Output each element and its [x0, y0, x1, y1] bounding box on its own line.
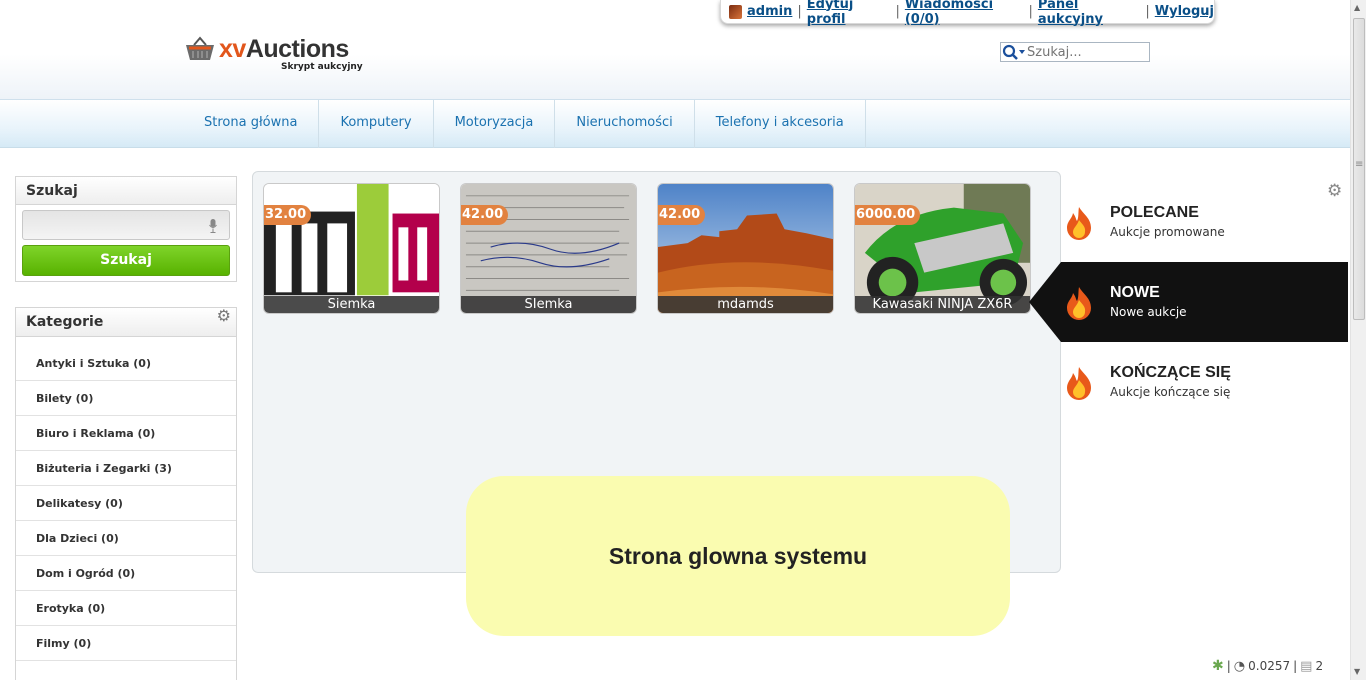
category-item[interactable]: Antyki i Sztuka (0): [16, 346, 236, 381]
database-icon: ▤: [1300, 658, 1313, 674]
categories-box: Kategorie ⚙ Antyki i Sztuka (0) Bilety (…: [15, 307, 237, 680]
execution-time: 0.0257: [1248, 659, 1291, 673]
price-badge: 6000.00: [855, 205, 921, 225]
messages-link[interactable]: Wiadomości (0/0): [905, 0, 1024, 27]
category-item[interactable]: Dla Dzieci (0): [16, 521, 236, 556]
separator: |: [1293, 659, 1298, 673]
price-badge: 42.00: [461, 205, 509, 225]
sidebar-search-button[interactable]: Szukaj: [22, 245, 230, 276]
separator: |: [797, 4, 802, 19]
tab-title: POLECANE: [1110, 204, 1199, 221]
query-count: 2: [1315, 659, 1324, 673]
nav-item-home[interactable]: Strona główna: [183, 100, 320, 148]
categories-title: Kategorie ⚙: [16, 308, 236, 337]
logo-title: xvAuctions: [219, 35, 349, 63]
logo-tagline: Skrypt aukcyjny: [281, 62, 363, 72]
scroll-up-icon[interactable]: ▲: [1354, 3, 1360, 12]
category-item[interactable]: Bilety (0): [16, 381, 236, 416]
edit-profile-link[interactable]: Edytuj profil: [807, 0, 891, 27]
site-logo[interactable]: xvAuctions Skrypt aukcyjny: [185, 35, 363, 76]
auction-card[interactable]: 42.00 mdamds: [657, 183, 834, 314]
tab-subtitle: Nowe aukcje: [1110, 305, 1187, 319]
bug-icon[interactable]: ✱: [1212, 658, 1224, 674]
nav-item-real-estate[interactable]: Nieruchomości: [555, 100, 695, 148]
auction-panel-link[interactable]: Panel aukcyjny: [1038, 0, 1140, 27]
auction-title: Siemka: [264, 296, 439, 313]
logout-link[interactable]: Wyloguj: [1155, 4, 1214, 19]
auction-title: SIemka: [461, 296, 636, 313]
flame-icon: [1064, 206, 1094, 240]
sidebar-search-box: Szukaj Szukaj: [15, 176, 237, 282]
separator: |: [1226, 659, 1231, 673]
overlay-note: Strona glowna systemu: [466, 476, 1010, 636]
auction-card[interactable]: 32.00 Siemka: [263, 183, 440, 314]
scrollbar-thumb[interactable]: [1353, 18, 1365, 320]
flame-icon: [1064, 286, 1094, 320]
category-item[interactable]: Erotyka (0): [16, 591, 236, 626]
price-badge: 32.00: [264, 205, 312, 225]
category-item[interactable]: Dom i Ogród (0): [16, 556, 236, 591]
category-item[interactable]: Biuro i Reklama (0): [16, 416, 236, 451]
auction-card[interactable]: 6000.00 Kawasaki NINJA ZX6R: [854, 183, 1031, 314]
debug-stats: ✱ | ◔ 0.0257 | ▤ 2: [1212, 658, 1323, 674]
tab-subtitle: Aukcje kończące się: [1110, 385, 1231, 399]
clock-icon: ◔: [1233, 658, 1246, 674]
category-list: Antyki i Sztuka (0) Bilety (0) Biuro i R…: [16, 346, 236, 661]
search-dropdown-icon[interactable]: [1001, 43, 1027, 61]
header-search: [1000, 42, 1150, 62]
category-item[interactable]: Biżuteria i Zegarki (3): [16, 451, 236, 486]
auction-image: [461, 184, 636, 313]
auction-image: [658, 184, 833, 313]
tab-featured[interactable]: POLECANE Aukcje promowane: [1061, 182, 1348, 262]
category-item[interactable]: Filmy (0): [16, 626, 236, 661]
tab-new[interactable]: NOWE Nowe aukcje: [1029, 262, 1348, 342]
main-nav: Strona główna Komputery Motoryzacja Nier…: [0, 100, 1350, 148]
category-item[interactable]: Delikatesy (0): [16, 486, 236, 521]
flame-icon: [1064, 366, 1094, 400]
tab-title: KOŃCZĄCE SIĘ: [1110, 364, 1231, 381]
basket-icon: [185, 36, 215, 62]
page-header: admin | Edytuj profil | Wiadomości (0/0)…: [0, 0, 1350, 100]
nav-item-phones[interactable]: Telefony i akcesoria: [695, 100, 866, 148]
sidebar-search-title: Szukaj: [16, 177, 236, 205]
separator: |: [895, 4, 900, 19]
sidebar-search-input[interactable]: [22, 210, 230, 240]
price-badge: 42.00: [658, 205, 706, 225]
auction-image: [264, 184, 439, 313]
header-search-input[interactable]: [1027, 43, 1145, 61]
user-avatar[interactable]: [729, 4, 743, 19]
nav-item-computers[interactable]: Komputery: [319, 100, 434, 148]
scroll-down-icon[interactable]: ▼: [1354, 667, 1360, 676]
gear-icon[interactable]: ⚙: [217, 308, 231, 324]
tab-subtitle: Aukcje promowane: [1110, 225, 1225, 239]
auction-title: Kawasaki NINJA ZX6R: [855, 296, 1030, 313]
auction-image: [855, 184, 1030, 313]
tab-ending[interactable]: KOŃCZĄCE SIĘ Aukcje kończące się: [1061, 342, 1348, 422]
microphone-icon[interactable]: [209, 218, 217, 233]
user-bar: admin | Edytuj profil | Wiadomości (0/0)…: [720, 0, 1215, 27]
auction-card[interactable]: 42.00 SIemka: [460, 183, 637, 314]
separator: |: [1145, 4, 1150, 19]
username-link[interactable]: admin: [747, 4, 792, 19]
nav-item-automotive[interactable]: Motoryzacja: [434, 100, 556, 148]
separator: |: [1028, 4, 1033, 19]
auction-title: mdamds: [658, 296, 833, 313]
page-scrollbar[interactable]: ▲ ▼: [1350, 0, 1366, 680]
tab-title: NOWE: [1110, 284, 1160, 301]
